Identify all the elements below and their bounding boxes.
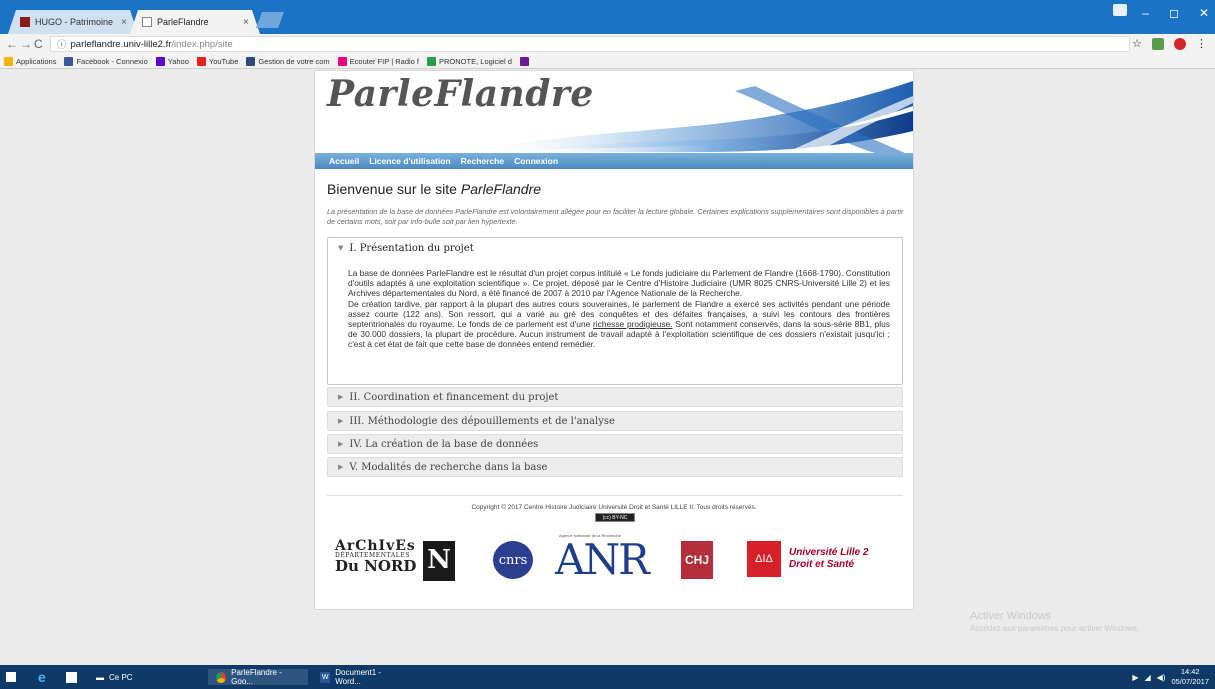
caret-right-icon: ▶: [338, 417, 344, 425]
lille2-logo[interactable]: ΔΙΔ Université Lille 2 Droit et Santé: [747, 541, 868, 577]
address-bar-row: ← → C ⓘ parleflandre.univ-lille2.fr /ind…: [0, 34, 1215, 54]
tab-close-icon[interactable]: ×: [121, 17, 127, 28]
minimize-button[interactable]: –: [1142, 6, 1149, 20]
taskbar: e ▬ Ce PC ParleFlandre - Goo... W Document…: [0, 665, 1215, 689]
url-input[interactable]: ⓘ parleflandre.univ-lille2.fr /index.php…: [50, 36, 1130, 52]
site-nav: Accueil Licence d'utilisation Recherche …: [315, 153, 913, 169]
user-profile-icon[interactable]: [1113, 4, 1127, 16]
youtube-icon: [196, 56, 206, 66]
tab-parleflandre[interactable]: ParleFlandre ×: [130, 10, 260, 34]
bookmark-fip[interactable]: Ecouter FIP | Radio f: [337, 56, 419, 66]
chrome-icon: [216, 671, 227, 683]
apps-grid-icon: [4, 56, 13, 66]
caret-right-icon: ▶: [338, 440, 344, 448]
caret-right-icon: ▶: [338, 393, 344, 401]
paragraph-1: La base de données ParleFlandre est le r…: [348, 268, 890, 299]
forward-button[interactable]: →: [20, 37, 32, 51]
intro-text: La présentation de la base de données Pa…: [327, 207, 904, 226]
back-button[interactable]: ←: [6, 37, 18, 51]
network-icon[interactable]: ◢: [1144, 673, 1150, 682]
store-icon[interactable]: [66, 669, 77, 685]
computer-icon: ▬: [96, 672, 104, 682]
footer-divider: [327, 495, 903, 496]
bookmark-facebook[interactable]: Facebook - Connexio: [64, 56, 148, 66]
page-container: ParleFlandre Accueil Licence d'utilisati…: [314, 70, 914, 610]
accordion-section-1: ▼ I. Présentation du projet La base de d…: [327, 237, 903, 385]
url-host: parleflandre.univ-lille2.fr: [70, 38, 172, 50]
chj-logo[interactable]: CHJ: [681, 541, 713, 579]
menu-icon[interactable]: ⋮: [1196, 37, 1207, 50]
url-path: /index.php/site: [171, 38, 233, 50]
page-favicon-icon: [142, 17, 152, 27]
site-banner: ParleFlandre: [315, 71, 913, 153]
start-button[interactable]: [6, 669, 20, 685]
caret-right-icon: ▶: [338, 463, 344, 471]
accordion-body-1: La base de données ParleFlandre est le r…: [328, 258, 902, 350]
facebook-icon: [64, 56, 74, 66]
word-icon: W: [320, 671, 331, 683]
site-logo[interactable]: ParleFlandre: [327, 73, 594, 115]
bookmark-yahoo[interactable]: Yahoo: [155, 56, 189, 66]
tray-arrow-icon[interactable]: ▶: [1132, 673, 1138, 682]
accordion-header-5[interactable]: ▶ V. Modalités de recherche dans la base: [327, 457, 903, 477]
site-info-icon[interactable]: ⓘ: [57, 37, 67, 51]
windows-icon: [6, 672, 16, 682]
bookmark-pronote[interactable]: PRONOTE, Logiciel d: [427, 56, 512, 66]
activate-windows-watermark: Activer Windows Accédez aux paramètres p…: [970, 610, 1140, 633]
copyright-text: Copyright © 2017 Centre Histoire Judicia…: [471, 504, 757, 511]
bank-icon: [246, 56, 256, 66]
cc-license-badge[interactable]: (cc) BY-NC: [595, 513, 635, 522]
adblock-icon[interactable]: [1174, 37, 1186, 50]
accordion-header-2[interactable]: ▶ II. Coordination et financement du proj…: [327, 387, 903, 407]
tab-title: ParleFlandre: [157, 17, 209, 27]
bookmark-mail[interactable]: [519, 56, 529, 66]
clock[interactable]: 14:42 05/07/2017: [1171, 667, 1209, 687]
taskbar-word[interactable]: W Document1 - Word...: [312, 668, 412, 686]
bookmark-applications[interactable]: Applications: [4, 56, 56, 66]
nav-connexion[interactable]: Connexion: [514, 156, 558, 166]
accordion-header-1[interactable]: ▼ I. Présentation du projet: [328, 238, 902, 258]
taskbar-chrome[interactable]: ParleFlandre - Goo...: [208, 668, 308, 686]
extension-icon[interactable]: [1152, 37, 1164, 50]
accordion-header-3[interactable]: ▶ III. Méthodologie des dépouillements et…: [327, 411, 903, 431]
accordion-header-4[interactable]: ▶ IV. La création de la base de données: [327, 434, 903, 454]
tab-hugo[interactable]: HUGO - Patrimoine des ×: [8, 10, 138, 34]
archives-n-mark: N: [423, 541, 455, 581]
richesse-link[interactable]: richesse prodigieuse.: [593, 319, 673, 329]
anr-logo[interactable]: ANR: [555, 535, 650, 584]
lille2-mark-icon: ΔΙΔ: [747, 541, 781, 577]
pronote-icon: [427, 56, 437, 66]
cnrs-logo[interactable]: cnrs: [493, 541, 533, 579]
hugo-favicon-icon: [20, 17, 30, 27]
archives-nord-logo[interactable]: ArChIvEs DÉPARTEMENTALES Du NORD N: [335, 539, 455, 581]
volume-icon[interactable]: ◀): [1157, 673, 1166, 682]
reload-button[interactable]: C: [34, 37, 43, 51]
edge-icon[interactable]: e: [38, 669, 46, 685]
bookmark-youtube[interactable]: YouTube: [196, 56, 238, 66]
partner-logos: ArChIvEs DÉPARTEMENTALES Du NORD N cnrs …: [315, 531, 913, 591]
bookmark-star-icon[interactable]: ☆: [1132, 37, 1142, 50]
radio-icon: [337, 56, 347, 66]
caret-down-icon: ▼: [338, 244, 344, 252]
tab-title: HUGO - Patrimoine des: [35, 17, 115, 27]
maximize-button[interactable]: ◻: [1169, 6, 1179, 20]
bookmark-gestion[interactable]: Gestion de votre com: [246, 56, 330, 66]
mail-icon: [519, 56, 529, 66]
nav-recherche[interactable]: Recherche: [461, 156, 504, 166]
yahoo-icon: [155, 56, 165, 66]
bookmarks-bar: Applications Facebook - Connexio Yahoo Y…: [0, 54, 1215, 69]
new-tab-button[interactable]: [256, 12, 284, 28]
nav-accueil[interactable]: Accueil: [329, 156, 359, 166]
taskbar-this-pc[interactable]: ▬ Ce PC: [96, 669, 133, 685]
page-title: Bienvenue sur le site ParleFlandre: [327, 181, 542, 197]
close-window-button[interactable]: ✕: [1199, 6, 1209, 20]
system-tray: ▶ ◢ ◀) 14:42 05/07/2017: [1132, 667, 1209, 687]
tab-close-icon[interactable]: ×: [243, 17, 249, 28]
nav-licence[interactable]: Licence d'utilisation: [369, 156, 450, 166]
browser-tab-bar: HUGO - Patrimoine des × ParleFlandre × –…: [0, 0, 1215, 34]
